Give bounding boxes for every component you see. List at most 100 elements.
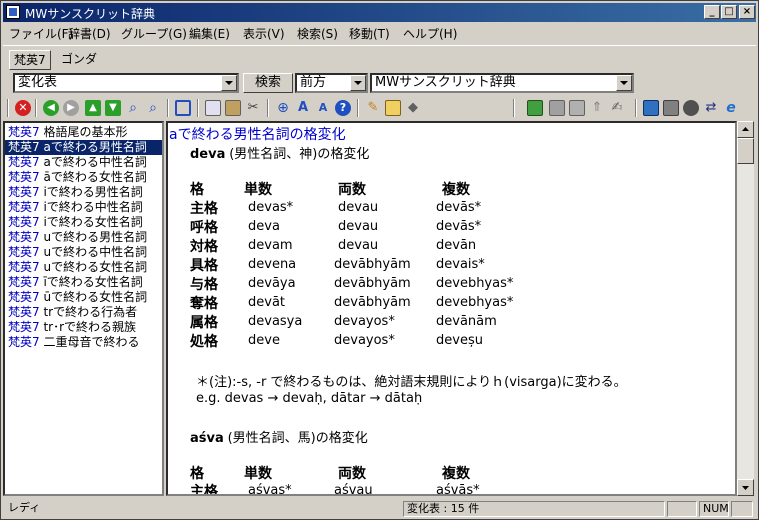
dictionary-dropdown-arrow-icon[interactable] [616, 75, 632, 91]
toolbar: ✕ ◀ ▶ ▲ ▼ ⌕ ⌕ ✂ ⊕ A A ? ✎ ◆ ⇑ ✍ ⇄ e [3, 97, 756, 119]
select-all-icon[interactable] [175, 100, 191, 116]
previous-entry-icon[interactable]: ▲ [85, 100, 101, 116]
browser-icon[interactable]: e [723, 100, 739, 116]
table-header: 格 [190, 182, 204, 198]
list-item[interactable]: 梵英7 āで終わる女性名詞 [8, 170, 147, 185]
stop-icon[interactable]: ✕ [15, 100, 31, 116]
menu-group[interactable]: グループ(G) [121, 25, 187, 42]
case-label: 属格 [190, 315, 218, 331]
search-button[interactable]: 検索 [243, 73, 293, 93]
close-button[interactable]: × [739, 5, 755, 19]
list-item[interactable]: 梵英7 iで終わる女性名詞 [8, 215, 143, 230]
next-entry-icon[interactable]: ▼ [105, 100, 121, 116]
find-next-icon[interactable]: ⌕ [145, 100, 161, 116]
table-cell: devayos* [334, 333, 395, 348]
table-header: 複数 [442, 466, 470, 482]
paste-icon[interactable] [225, 100, 241, 116]
list-item[interactable]: 梵英7 tr･rで終わる親族 [8, 320, 136, 335]
cut-icon[interactable]: ✂ [245, 100, 261, 116]
tree-view-icon[interactable] [643, 100, 659, 116]
dictionary-combo[interactable]: MWサンスクリット辞典 [370, 73, 634, 93]
back-icon[interactable]: ◀ [43, 100, 59, 116]
list-item[interactable]: 梵英7 aで終わる中性名詞 [8, 155, 147, 170]
print-icon[interactable] [569, 100, 585, 116]
case-label: 主格 [190, 201, 218, 217]
size-grip[interactable] [731, 501, 753, 517]
toolbar-separator [35, 99, 37, 117]
table-cell: devam [248, 238, 293, 253]
menu-file[interactable]: ファイル(F) [9, 25, 73, 42]
list-item[interactable]: 梵英7 uで終わる中性名詞 [8, 245, 147, 260]
table-header: 両数 [338, 182, 366, 198]
maximize-button[interactable]: □ [721, 5, 737, 19]
menu-help[interactable]: ヘルプ(H) [403, 25, 457, 42]
image-icon[interactable] [663, 100, 679, 116]
list-item[interactable]: 梵英7 iで終わる男性名詞 [8, 185, 143, 200]
menu-edit[interactable]: 編集(E) [189, 25, 230, 42]
pin-icon[interactable]: ⇑ [589, 100, 605, 116]
menu-search[interactable]: 検索(S) [297, 25, 338, 42]
table-cell: devās* [436, 219, 482, 234]
scroll-down-button[interactable] [737, 479, 754, 496]
content-scrollbar[interactable] [737, 121, 754, 496]
list-item-selected[interactable]: 梵英7 aで終わる男性名詞 [5, 140, 162, 155]
speech-icon[interactable] [683, 100, 699, 116]
scroll-up-button[interactable] [737, 121, 754, 138]
copy-icon[interactable] [205, 100, 221, 116]
forward-icon[interactable]: ▶ [63, 100, 79, 116]
app-icon[interactable] [6, 5, 20, 19]
help-icon[interactable]: ? [335, 100, 351, 116]
list-item[interactable]: 梵英7 īで終わる女性名詞 [8, 275, 143, 290]
search-mode-combo[interactable]: 前方 [295, 73, 368, 93]
menu-dictionary[interactable]: 辞書(D) [68, 25, 111, 42]
minimize-button[interactable]: _ [704, 5, 720, 19]
tab-bonei7[interactable]: 梵英7 [9, 50, 51, 70]
font-larger-icon[interactable]: A [295, 100, 311, 116]
table-cell: devais* [436, 257, 485, 272]
section-title: deva (男性名詞、神)の格変化 [190, 143, 369, 162]
list-item[interactable]: 梵英7 uで終わる女性名詞 [8, 260, 147, 275]
list-item[interactable]: 梵英7 uで終わる男性名詞 [8, 230, 147, 245]
dictionary-value: MWサンスクリット辞典 [375, 75, 516, 90]
main-window: MWサンスクリット辞典 _ □ × ファイル(F) 辞書(D) グループ(G) … [0, 0, 759, 520]
search-query-combo[interactable]: 変化表 [13, 73, 239, 93]
table-cell: devena [248, 257, 297, 272]
result-list[interactable]: 梵英7 格語尾の基本形 梵英7 aで終わる男性名詞 梵英7 aで終わる中性名詞 … [3, 121, 164, 496]
table-header: 単数 [244, 466, 272, 482]
status-num: NUM [699, 501, 729, 517]
note-text: ＊(注):-s, -r で終わるものは、絶対語末規則によりｈ(visarga)に… [196, 375, 627, 390]
memo-icon[interactable] [385, 100, 401, 116]
case-label: 主格 [190, 484, 218, 496]
bookmark-icon[interactable] [527, 100, 543, 116]
toolbar-separator [357, 99, 359, 117]
table-cell: aśvau [334, 483, 373, 496]
list-item[interactable]: 梵英7 iで終わる中性名詞 [8, 200, 143, 215]
font-smaller-icon[interactable]: A [315, 100, 331, 116]
window-title: MWサンスクリット辞典 [25, 7, 155, 21]
case-label: 呼格 [190, 220, 218, 236]
section-word: aśva [190, 431, 224, 446]
list-item[interactable]: 梵英7 ūで終わる女性名詞 [8, 290, 147, 305]
menu-move[interactable]: 移動(T) [349, 25, 390, 42]
search-bar: 変化表 検索 前方 MWサンスクリット辞典 [3, 71, 756, 95]
clipboard-icon[interactable] [549, 100, 565, 116]
mode-dropdown-arrow-icon[interactable] [350, 75, 366, 91]
arrows-icon[interactable]: ⇄ [703, 100, 719, 116]
edit-icon[interactable]: ✍ [609, 100, 625, 116]
list-item[interactable]: 梵英7 格語尾の基本形 [8, 125, 127, 140]
list-item[interactable]: 梵英7 二重母音で終わる [8, 335, 139, 350]
query-dropdown-arrow-icon[interactable] [221, 75, 237, 91]
table-cell: devāya [248, 276, 296, 291]
zoom-in-icon[interactable]: ⊕ [275, 100, 291, 116]
table-cell: devābhyām [334, 276, 411, 291]
find-icon[interactable]: ⌕ [125, 100, 141, 116]
marker-icon[interactable]: ✎ [365, 100, 381, 116]
content-pane[interactable]: aで終わる男性名詞の格変化 deva (男性名詞、神)の格変化 格 単数 両数 … [166, 121, 737, 496]
tab-gonda[interactable]: ゴンダ [57, 50, 101, 68]
list-item[interactable]: 梵英7 trで終わる行為者 [8, 305, 137, 320]
scroll-thumb[interactable] [737, 138, 754, 164]
eraser-icon[interactable]: ◆ [405, 100, 421, 116]
section-title: aśva (男性名詞、馬)の格変化 [190, 427, 368, 446]
arrow-up-icon [742, 127, 749, 131]
menu-view[interactable]: 表示(V) [243, 25, 285, 42]
